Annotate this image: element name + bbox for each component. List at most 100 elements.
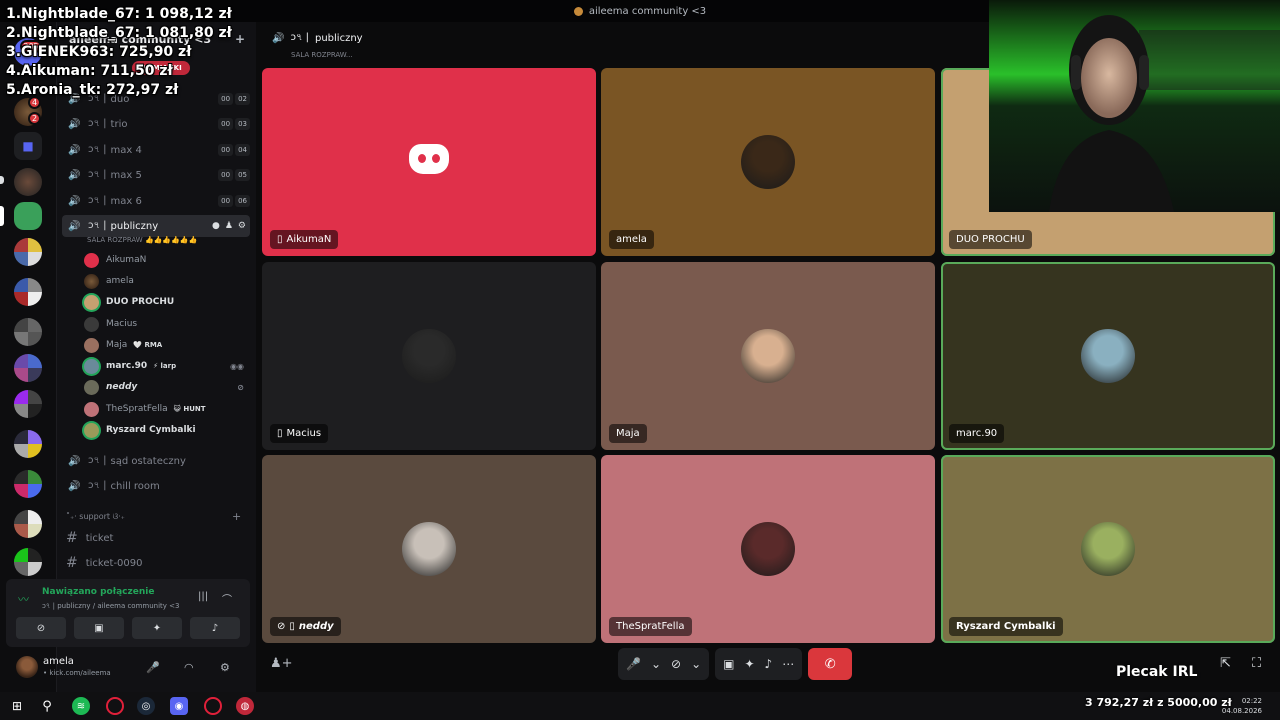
text-channel-ticket[interactable]: # ticket [66,528,246,548]
server-folder-5[interactable] [14,390,42,418]
participant-tile[interactable]: TheSpratFella [601,455,935,643]
steam-icon[interactable]: ◎ [137,697,155,715]
fullscreen-icon[interactable]: ⛶ [1252,656,1261,671]
participant-name: amela [616,234,647,245]
channel-topic[interactable]: SALA ROZPRAW... [291,51,353,59]
member-duo-prochu[interactable]: DUO PROCHU [84,292,254,312]
participant-tile[interactable]: Ryszard Cymbalki [941,455,1275,643]
voice-channel-max6[interactable]: 🔊 ɔ৭ | max 6 00 06 [62,190,250,212]
member-amela[interactable]: amela [84,271,254,291]
settings-icon[interactable]: ⚙ [238,221,246,231]
avatar [741,522,795,576]
disconnect-icon[interactable]: ⌒ [222,591,232,606]
chevron-down-icon[interactable]: ⌄ [691,657,701,671]
activities-icon[interactable]: ✦ [744,657,754,671]
search-icon[interactable]: ⚲ [38,697,56,715]
mic-icon[interactable]: 🎤 [146,661,160,674]
activities-button[interactable]: ✦ [132,617,182,639]
participant-name: DUO PROCHU [956,234,1025,245]
hash-icon: # [66,530,78,546]
server-folder-4[interactable] [14,354,42,382]
popout-icon[interactable]: ⇱ [1220,656,1231,671]
member-neddy[interactable]: neddy ⊘ [84,377,254,397]
voice-channel-trio[interactable]: 🔊 ɔ৭ | trio 00 03 [62,113,250,135]
signal-icon[interactable]: 〰 [18,591,34,607]
chat-icon[interactable]: ● [212,221,220,231]
server-folder-9[interactable] [14,548,42,576]
soundboard-icon[interactable]: ♪ [765,657,773,671]
member-marc90[interactable]: marc.90 ⚡ larp ◉◉ [84,356,254,376]
opera-gx-icon[interactable] [204,697,222,715]
participant-name-label: TheSpratFella [609,617,692,636]
participant-tile[interactable]: marc.90 [941,262,1275,450]
camera-off-button[interactable]: ⊘ [16,617,66,639]
window-title: aileema community <3 [588,5,707,17]
participant-name: Macius [286,428,322,439]
server-folder-3[interactable] [14,318,42,346]
share-controls: ▣ ✦ ♪ ⋯ [715,648,803,680]
server-folder-2[interactable] [14,278,42,306]
voice-channel-max4[interactable]: 🔊 ɔ৭ | max 4 00 04 [62,139,250,161]
participant-tile[interactable]: ▯ AikumaN [262,68,596,256]
headphones-icon[interactable]: ◠ [184,661,194,674]
invite-people-icon[interactable]: ♟+ [270,656,293,671]
windows-start-icon[interactable]: ⊞ [8,697,26,715]
connection-location[interactable]: ɔ৭ | publiczny / aileema community <3 [42,600,179,612]
member-macius[interactable]: Macius [84,314,254,334]
member-thespratfella[interactable]: TheSpratFella 😺 HUNT [84,399,254,419]
server-folder-8[interactable] [14,510,42,538]
avatar [84,401,99,417]
opera-icon[interactable] [106,697,124,715]
discord-icon[interactable]: ◉ [170,697,188,715]
participant-name-label: DUO PROCHU [949,230,1032,249]
obs-icon[interactable]: ◍ [236,697,254,715]
more-icon[interactable]: ⋯ [782,657,794,671]
selected-pip [0,206,4,226]
noise-suppression-icon[interactable]: ||| [198,591,208,602]
gear-icon[interactable]: ⚙ [220,661,230,674]
screen-share-icon[interactable]: ▣ [723,657,734,671]
server-icon-1[interactable] [14,168,42,196]
participant-name: TheSpratFella [616,621,685,632]
server-icon-aileema[interactable] [14,202,42,230]
invite-icon[interactable]: ♟ [225,221,233,231]
mic-icon[interactable]: 🎤 [626,657,641,671]
phone-icon: ▯ [277,428,283,439]
category-support[interactable]: ˚₊‧ support ଓ‧₊ [66,512,125,522]
participant-tile[interactable]: ⊘ ▯ neddy [262,455,596,643]
chevron-down-icon[interactable]: ⌄ [651,657,661,671]
screen-share-button[interactable]: ▣ [74,617,124,639]
participant-tile[interactable]: ▯ Macius [262,262,596,450]
spotify-icon[interactable]: ≋ [72,697,90,715]
discord-logo-icon [409,144,449,174]
folder-icon[interactable]: ■ [14,132,42,160]
server-folder-6[interactable] [14,430,42,458]
text-channel-ticket-0090[interactable]: # ticket-0090 [66,553,246,573]
participant-name-label: Ryszard Cymbalki [949,617,1063,636]
phone-icon: ▯ [277,234,283,245]
participant-name: marc.90 [956,428,998,439]
voice-channel-chill-room[interactable]: 🔊 ɔ৭ | chill room [62,475,250,497]
avatar [741,329,795,383]
voice-channel-publiczny[interactable]: 🔊 ɔ৭ | publiczny ● ♟ ⚙ [62,215,250,237]
create-channel-icon[interactable]: + [232,510,241,523]
speaker-icon: 🔊 [68,169,81,181]
member-ryszard-cymbalki[interactable]: Ryszard Cymbalki [84,420,254,440]
participant-tile[interactable]: Maja [601,262,935,450]
disconnect-button[interactable]: ✆ [808,648,853,680]
participant-tile[interactable]: amela [601,68,935,256]
camera-off-icon[interactable]: ⊘ [671,657,681,671]
server-icon [573,6,583,16]
voice-channel-sad-ostateczny[interactable]: 🔊 ɔ৭ | sąd ostateczny [62,450,250,472]
soundboard-button[interactable]: ♪ [190,617,240,639]
user-name[interactable]: amela [43,656,74,667]
add-member-icon[interactable]: + [235,32,245,46]
member-aikuman[interactable]: AikumaN [84,250,254,270]
server-folder-7[interactable] [14,470,42,498]
server-folder-1[interactable] [14,238,42,266]
avatar[interactable] [16,656,38,678]
participant-name-label: ⊘ ▯ neddy [270,617,341,636]
voice-channel-max5[interactable]: 🔊 ɔ৭ | max 5 00 05 [62,164,250,186]
mic-control[interactable]: 🎤 ⌄ ⊘ ⌄ [618,648,710,680]
member-maja[interactable]: Maja 🤍 RMA [84,335,254,355]
